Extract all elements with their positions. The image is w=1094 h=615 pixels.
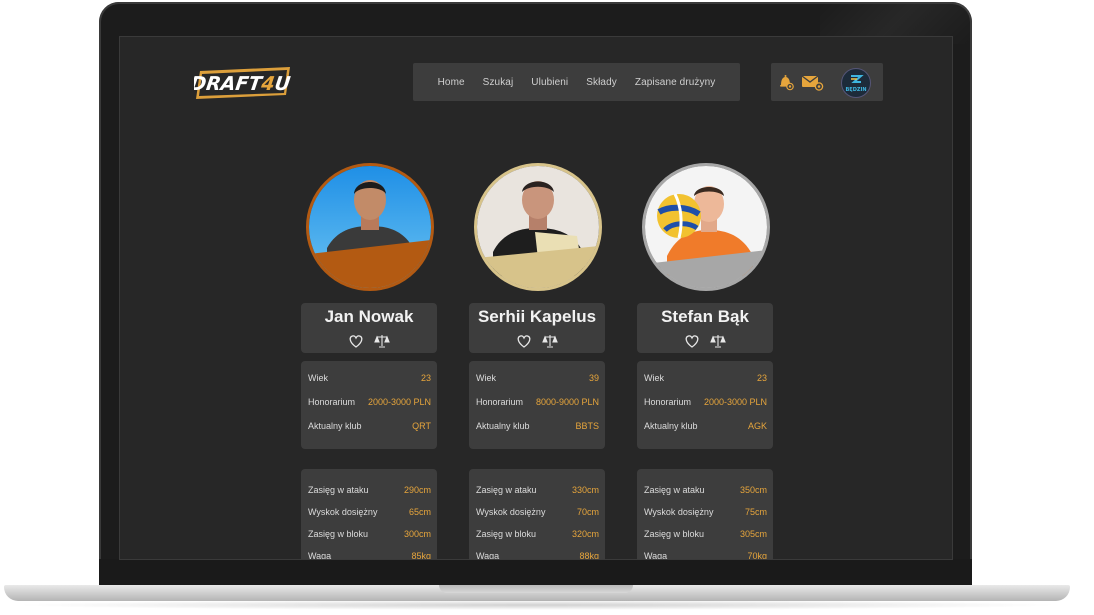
nav-sklady[interactable]: Składy (586, 77, 617, 88)
info-label: Aktualny klub (644, 421, 698, 431)
player-name-card: Jan Nowak (301, 303, 437, 353)
bell-coin-icon[interactable] (777, 73, 795, 91)
info-label: Honorarium (308, 397, 356, 407)
info-value: 39 (588, 373, 599, 383)
mail-coin-icon[interactable] (801, 73, 825, 91)
stat-label: Waga (308, 551, 332, 559)
player-stats-card: Zasięg w ataku 290cm Wyskok dosiężny 65cm … (301, 469, 437, 559)
compare-scale-icon[interactable] (374, 333, 390, 349)
nav-szukaj[interactable]: Szukaj (483, 77, 514, 88)
info-label: Wiek (644, 373, 664, 383)
info-label: Aktualny klub (308, 421, 362, 431)
player-photo-serhii-kapelus[interactable] (474, 163, 602, 291)
svg-text:DRAFT4U: DRAFT4U (194, 72, 292, 95)
stat-label: Zasięg w bloku (644, 529, 705, 539)
player-info-card: Wiek 23 Honorarium 2000-3000 PLN Aktualny … (637, 361, 773, 449)
laptop-notch (439, 585, 633, 593)
compare-scale-icon[interactable] (710, 333, 726, 349)
stat-label: Zasięg w ataku (644, 485, 705, 495)
info-value: BBTS (575, 421, 599, 431)
stat-value: 290cm (403, 485, 431, 495)
player-name: Stefan Bąk (661, 307, 749, 326)
stat-label: Waga (644, 551, 668, 559)
info-value: 2000-3000 PLN (703, 397, 767, 407)
stat-value: 75cm (744, 507, 767, 517)
info-label: Wiek (476, 373, 496, 383)
stat-label: Wyskok dosiężny (644, 507, 714, 517)
info-label: Aktualny klub (476, 421, 530, 431)
stat-label: Zasięg w bloku (476, 529, 537, 539)
info-value: 2000-3000 PLN (367, 397, 431, 407)
player-info-card: Wiek 23 Honorarium 2000-3000 PLN Aktualny … (301, 361, 437, 449)
player-name: Serhii Kapelus (477, 307, 597, 326)
info-label: Honorarium (476, 397, 524, 407)
nav-zapisane-druzyny[interactable]: Zapisane drużyny (635, 77, 716, 88)
club-avatar[interactable]: BĘDZIN (841, 68, 871, 98)
stat-label: Zasięg w ataku (308, 485, 369, 495)
club-avatar-text: BĘDZIN (845, 87, 866, 93)
main-nav: Home Szukaj Ulubieni Składy Zapisane dru… (413, 63, 740, 101)
stat-label: Wyskok dosiężny (476, 507, 546, 517)
stat-label: Zasięg w bloku (308, 529, 369, 539)
info-value: AGK (747, 421, 767, 431)
heart-icon[interactable] (516, 333, 532, 349)
nav-home[interactable]: Home (438, 77, 465, 88)
draft4u-logo[interactable]: DRAFT4U (189, 65, 294, 101)
player-photo-stefan-bak[interactable] (642, 163, 770, 291)
info-value: QRT (412, 421, 431, 431)
player-name-card: Serhii Kapelus (469, 303, 605, 353)
stat-value: 305cm (739, 529, 767, 539)
header-actions: BĘDZIN (771, 63, 883, 101)
laptop-shadow (10, 600, 1064, 610)
stat-value: 350cm (739, 485, 767, 495)
info-value: 23 (420, 373, 431, 383)
info-value: 23 (756, 373, 767, 383)
info-label: Wiek (308, 373, 328, 383)
player-stats-card: Zasięg w ataku 350cm Wyskok dosiężny 75cm … (637, 469, 773, 559)
stat-label: Waga (476, 551, 500, 559)
info-label: Honorarium (644, 397, 692, 407)
stat-value: 320cm (571, 529, 599, 539)
stat-value: 65cm (408, 507, 431, 517)
player-photo-jan-nowak[interactable] (306, 163, 434, 291)
player-stats-card: Zasięg w ataku 330cm Wyskok dosiężny 70cm … (469, 469, 605, 559)
info-value: 8000-9000 PLN (535, 397, 599, 407)
app-screen: DRAFT4U Home Szukaj Ulubieni Składy Zapi… (119, 36, 953, 560)
stat-value: 70cm (576, 507, 599, 517)
stat-label: Wyskok dosiężny (308, 507, 378, 517)
player-name-card: Stefan Bąk (637, 303, 773, 353)
player-info-card: Wiek 39 Honorarium 8000-9000 PLN Aktualny … (469, 361, 605, 449)
player-name: Jan Nowak (324, 307, 414, 326)
heart-icon[interactable] (684, 333, 700, 349)
stat-value: 70kg (747, 551, 767, 559)
heart-icon[interactable] (348, 333, 364, 349)
nav-ulubieni[interactable]: Ulubieni (531, 77, 568, 88)
stat-label: Zasięg w ataku (476, 485, 537, 495)
stat-value: 88kg (579, 551, 599, 559)
compare-scale-icon[interactable] (542, 333, 558, 349)
stat-value: 300cm (403, 529, 431, 539)
stat-value: 330cm (571, 485, 599, 495)
stat-value: 85kg (411, 551, 431, 559)
